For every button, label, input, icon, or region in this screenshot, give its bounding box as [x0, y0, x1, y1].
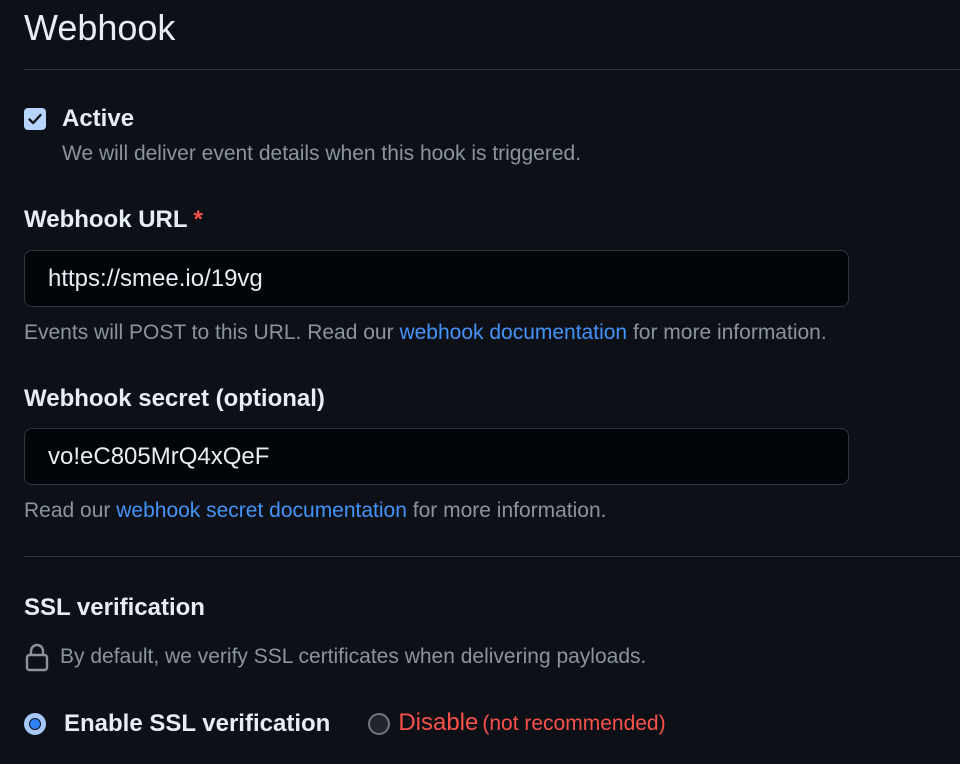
lock-icon [24, 642, 50, 672]
header-divider [24, 69, 960, 70]
page-title: Webhook [24, 7, 176, 48]
enable-ssl-option[interactable]: Enable SSL verification [24, 709, 330, 739]
active-toggle-row[interactable]: Active [24, 104, 134, 134]
webhook-secret-help-suffix: for more information. [406, 499, 607, 522]
active-checkbox[interactable] [24, 108, 46, 130]
disable-ssl-label[interactable]: Disable (not recommended) [398, 708, 665, 739]
enable-ssl-radio[interactable] [24, 712, 46, 735]
webhook-secret-input[interactable] [24, 428, 849, 485]
webhook-url-help-suffix: for more information. [627, 321, 827, 344]
ssl-section-title: SSL verification [24, 594, 205, 621]
webhook-secret-label: Webhook secret (optional) [24, 385, 325, 412]
webhook-secret-help-prefix: Read our [24, 499, 117, 522]
ssl-options: Enable SSL verification Disable (not reco… [24, 708, 666, 739]
enable-ssl-label[interactable]: Enable SSL verification [64, 709, 330, 739]
disable-ssl-option[interactable]: Disable (not recommended) [368, 708, 666, 739]
active-label[interactable]: Active [62, 104, 134, 134]
webhook-url-input[interactable] [24, 250, 849, 307]
webhook-url-help: Events will POST to this URL. Read our w… [24, 320, 827, 346]
webhook-url-help-prefix: Events will POST to this URL. Read our [24, 321, 400, 344]
ssl-description: By default, we verify SSL certificates w… [24, 642, 646, 672]
active-description: We will deliver event details when this … [62, 142, 582, 165]
checkmark-icon [28, 113, 42, 125]
required-marker: * [193, 206, 203, 233]
disable-ssl-radio[interactable] [368, 712, 391, 735]
disable-ssl-label-text[interactable]: Disable [398, 709, 478, 736]
webhook-url-label: Webhook URL * [24, 205, 203, 235]
webhook-settings-page: Webhook Active We will deliver event det… [0, 0, 960, 764]
ssl-description-text: By default, we verify SSL certificates w… [60, 645, 647, 668]
disable-ssl-warning: (not recommended) [482, 712, 666, 735]
webhook-secret-documentation-link[interactable]: webhook secret documentation [116, 499, 407, 522]
webhook-documentation-link[interactable]: webhook documentation [399, 321, 627, 344]
webhook-url-label-text: Webhook URL [24, 206, 188, 233]
ssl-section-divider [24, 556, 960, 557]
webhook-secret-help: Read our webhook secret documentation fo… [24, 498, 607, 524]
